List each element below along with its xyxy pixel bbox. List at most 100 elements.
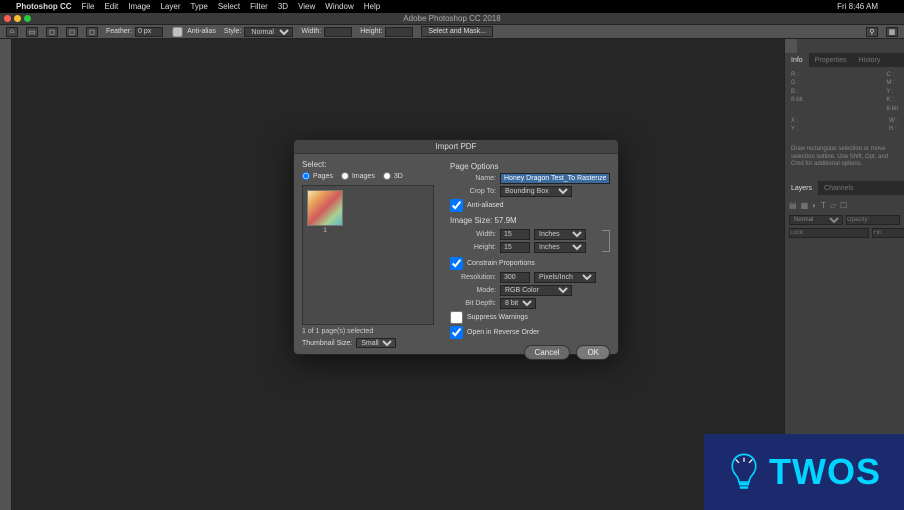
mode-select[interactable]: RGB Color [500, 285, 572, 296]
tab-history[interactable]: History [853, 53, 887, 67]
ok-button[interactable]: OK [576, 345, 610, 360]
height-input [385, 27, 413, 37]
add-selection-icon[interactable]: ◻ [66, 27, 78, 37]
document-title: Adobe Photoshop CC 2018 [403, 14, 500, 23]
minimize-icon[interactable] [14, 15, 21, 22]
thumbnail-area[interactable]: 1 [302, 185, 434, 325]
menu-window[interactable]: Window [325, 2, 353, 11]
radio-images[interactable]: Images [341, 172, 375, 180]
constrain-link-icon[interactable] [602, 230, 610, 252]
constrain-label: Constrain Proportions [467, 260, 535, 267]
height-label: Height: [360, 28, 382, 35]
name-input[interactable] [500, 173, 610, 184]
blend-mode-select[interactable]: Normal [789, 215, 843, 225]
search-icon[interactable]: ⚲ [866, 27, 878, 37]
mode-label: Mode: [450, 287, 496, 294]
home-icon[interactable]: ⌂ [6, 27, 18, 37]
suppress-label: Suppress Warnings [467, 314, 528, 321]
height-input-dlg[interactable] [500, 242, 530, 253]
resolution-label: Resolution: [450, 274, 496, 281]
width-input-dlg[interactable] [500, 229, 530, 240]
radio-3d-input[interactable] [383, 172, 391, 180]
cancel-button[interactable]: Cancel [524, 345, 571, 360]
options-bar: ⌂ ▭ ◻ ◻ ◻ Feather: Anti-alias Style: Nor… [0, 25, 904, 39]
workspace-icon[interactable]: ▦ [886, 27, 898, 37]
filter-smart-icon[interactable]: ☐ [840, 201, 847, 210]
feather-input[interactable] [135, 27, 163, 37]
crop-to-select[interactable]: Bounding Box [500, 186, 572, 197]
panel-collapse-icon[interactable] [785, 39, 797, 53]
info-panel-body: R : G : B : 8-bit C : M : Y : K : 8-bit … [785, 67, 904, 142]
maximize-icon[interactable] [24, 15, 31, 22]
menu-3d[interactable]: 3D [278, 2, 288, 11]
style-select[interactable]: Normal [244, 27, 293, 37]
filter-kind-icon[interactable]: ▤ [789, 201, 797, 210]
info-c: C : [886, 72, 894, 78]
tab-channels[interactable]: Channels [818, 181, 860, 195]
menu-layer[interactable]: Layer [160, 2, 180, 11]
menu-help[interactable]: Help [364, 2, 380, 11]
menu-image[interactable]: Image [128, 2, 150, 11]
radio-3d[interactable]: 3D [383, 172, 403, 180]
info-y: Y : [886, 89, 893, 95]
bitdepth-select[interactable]: 8 bit [500, 298, 536, 309]
tab-info[interactable]: Info [785, 53, 809, 67]
window-controls [4, 15, 31, 22]
dialog-title: Import PDF [294, 140, 618, 154]
info-k: K : [886, 97, 893, 103]
menu-type[interactable]: Type [190, 2, 207, 11]
toolbar[interactable] [0, 39, 12, 510]
radio-pages-input[interactable] [302, 172, 310, 180]
info-m: M : [886, 80, 894, 86]
fill-input[interactable] [872, 228, 904, 238]
menu-edit[interactable]: Edit [104, 2, 118, 11]
info-g: G : [791, 80, 799, 86]
pages-selected-label: 1 of 1 page(s) selected [302, 328, 434, 335]
pdf-page-thumbnail[interactable]: 1 [307, 190, 343, 234]
document-titlebar: Adobe Photoshop CC 2018 [0, 13, 904, 25]
antialias-checkbox [171, 27, 184, 37]
info-8bit-2: 8-bit [886, 106, 898, 112]
constrain-checkbox[interactable] [450, 257, 463, 270]
bitdepth-label: Bit Depth: [450, 300, 496, 307]
new-selection-icon[interactable]: ◻ [46, 27, 58, 37]
layers-panel-body: ▤ ▦ ◐ T ▱ ☐ Normal [785, 195, 904, 242]
lock-row[interactable] [789, 228, 869, 238]
width-unit-select[interactable]: Inches [534, 229, 586, 240]
subtract-selection-icon[interactable]: ◻ [86, 27, 98, 37]
antialiased-checkbox[interactable] [450, 199, 463, 212]
menu-select[interactable]: Select [218, 2, 240, 11]
tab-properties[interactable]: Properties [809, 53, 853, 67]
lightbulb-icon [727, 451, 761, 493]
info-r: R : [791, 72, 799, 78]
suppress-checkbox[interactable] [450, 311, 463, 324]
menu-filter[interactable]: Filter [250, 2, 268, 11]
info-b: B : [791, 89, 798, 95]
radio-pages[interactable]: Pages [302, 172, 333, 180]
select-and-mask-button[interactable]: Select and Mask... [421, 26, 493, 37]
thumbnail-size-select[interactable]: Small [356, 338, 396, 348]
height-label-dlg: Height: [450, 244, 496, 251]
tab-layers[interactable]: Layers [785, 181, 818, 195]
filter-adjust-icon[interactable]: ◐ [812, 201, 817, 210]
menu-view[interactable]: View [298, 2, 315, 11]
menu-file[interactable]: File [82, 2, 95, 11]
filter-type-icon[interactable]: T [821, 201, 826, 210]
height-unit-select[interactable]: Inches [534, 242, 586, 253]
reverse-order-label: Open in Reverse Order [467, 329, 539, 336]
opacity-input[interactable] [846, 215, 900, 225]
resolution-input[interactable] [500, 272, 530, 283]
resolution-unit-select[interactable]: Pixels/Inch [534, 272, 596, 283]
width-input [324, 27, 352, 37]
info-8bit: 8-bit [791, 97, 803, 103]
filter-shape-icon[interactable]: ▱ [830, 201, 836, 210]
radio-images-input[interactable] [341, 172, 349, 180]
reverse-order-checkbox[interactable] [450, 326, 463, 339]
thumbnail-size-label: Thumbnail Size: [302, 340, 352, 347]
filter-pixel-icon[interactable]: ▦ [801, 201, 809, 210]
marquee-tool-icon[interactable]: ▭ [26, 27, 38, 37]
app-name[interactable]: Photoshop CC [16, 2, 72, 11]
style-label: Style: [224, 28, 242, 35]
clock[interactable]: Fri 8:46 AM [837, 2, 878, 11]
close-icon[interactable] [4, 15, 11, 22]
